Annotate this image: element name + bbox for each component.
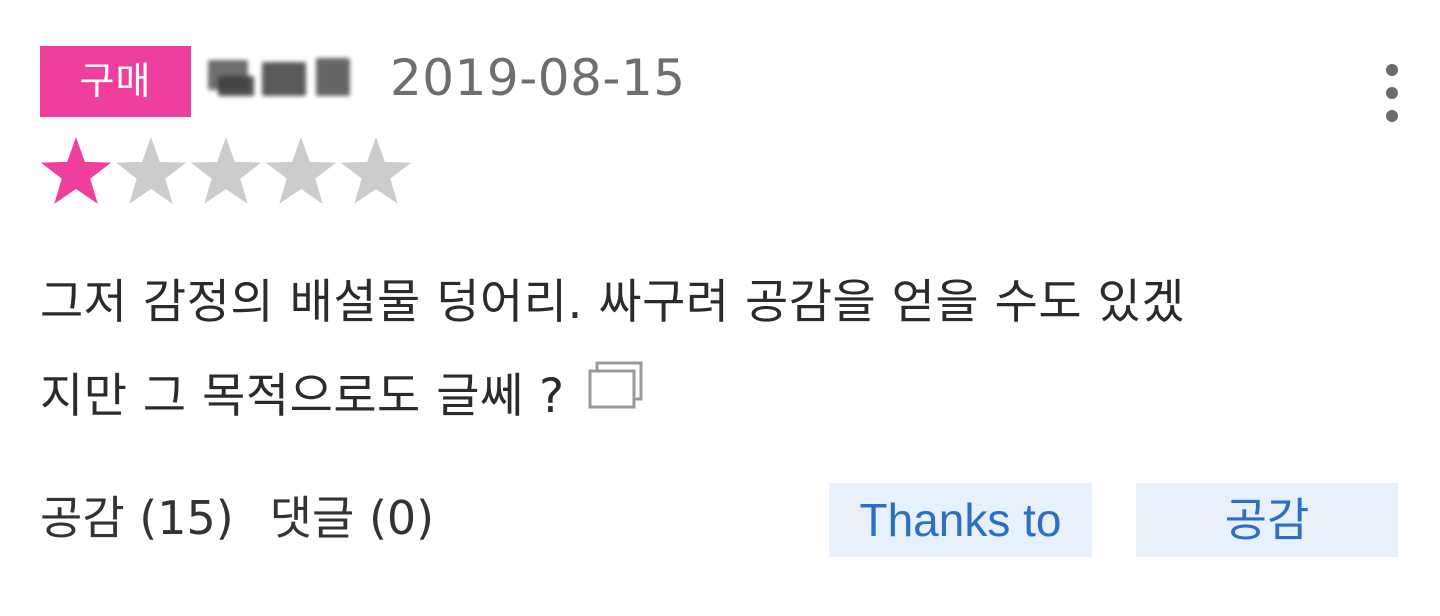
star-icon-filled (40, 137, 112, 204)
purchase-badge: 구매 (40, 46, 191, 117)
more-vertical-icon[interactable] (1370, 58, 1414, 128)
review-card: 구매 2019-08-15 그저 감정의 배설물 덩어리. 싸구려 공감을 얻을… (0, 0, 1440, 616)
like-button[interactable]: 공감 (1136, 483, 1398, 557)
author-name-blurred (206, 54, 356, 102)
review-text-line-1: 그저 감정의 배설물 덩어리. 싸구려 공감을 얻을 수도 있겠 (40, 275, 1185, 330)
star-icon-empty (340, 137, 412, 204)
likes-count: 공감 (15) (40, 491, 234, 545)
review-date: 2019-08-15 (390, 49, 686, 107)
star-icon-empty (190, 137, 262, 204)
star-rating (40, 136, 420, 212)
thanks-to-button[interactable]: Thanks to (829, 483, 1092, 557)
star-icon-empty (115, 137, 187, 204)
copy-icon[interactable] (587, 347, 645, 441)
review-body: 그저 감정의 배설물 덩어리. 싸구려 공감을 얻을 수도 있겠 지만 그 목적… (40, 256, 1380, 447)
review-text-line-2: 지만 그 목적으로도 글쎄 ? (40, 350, 1380, 447)
review-stats: 공감 (15) 댓글 (0) (40, 488, 434, 548)
review-text-line-2-text: 지만 그 목적으로도 글쎄 ? (40, 369, 565, 424)
comments-link[interactable]: 댓글 (0) (270, 491, 434, 545)
star-icon-empty (265, 137, 337, 204)
